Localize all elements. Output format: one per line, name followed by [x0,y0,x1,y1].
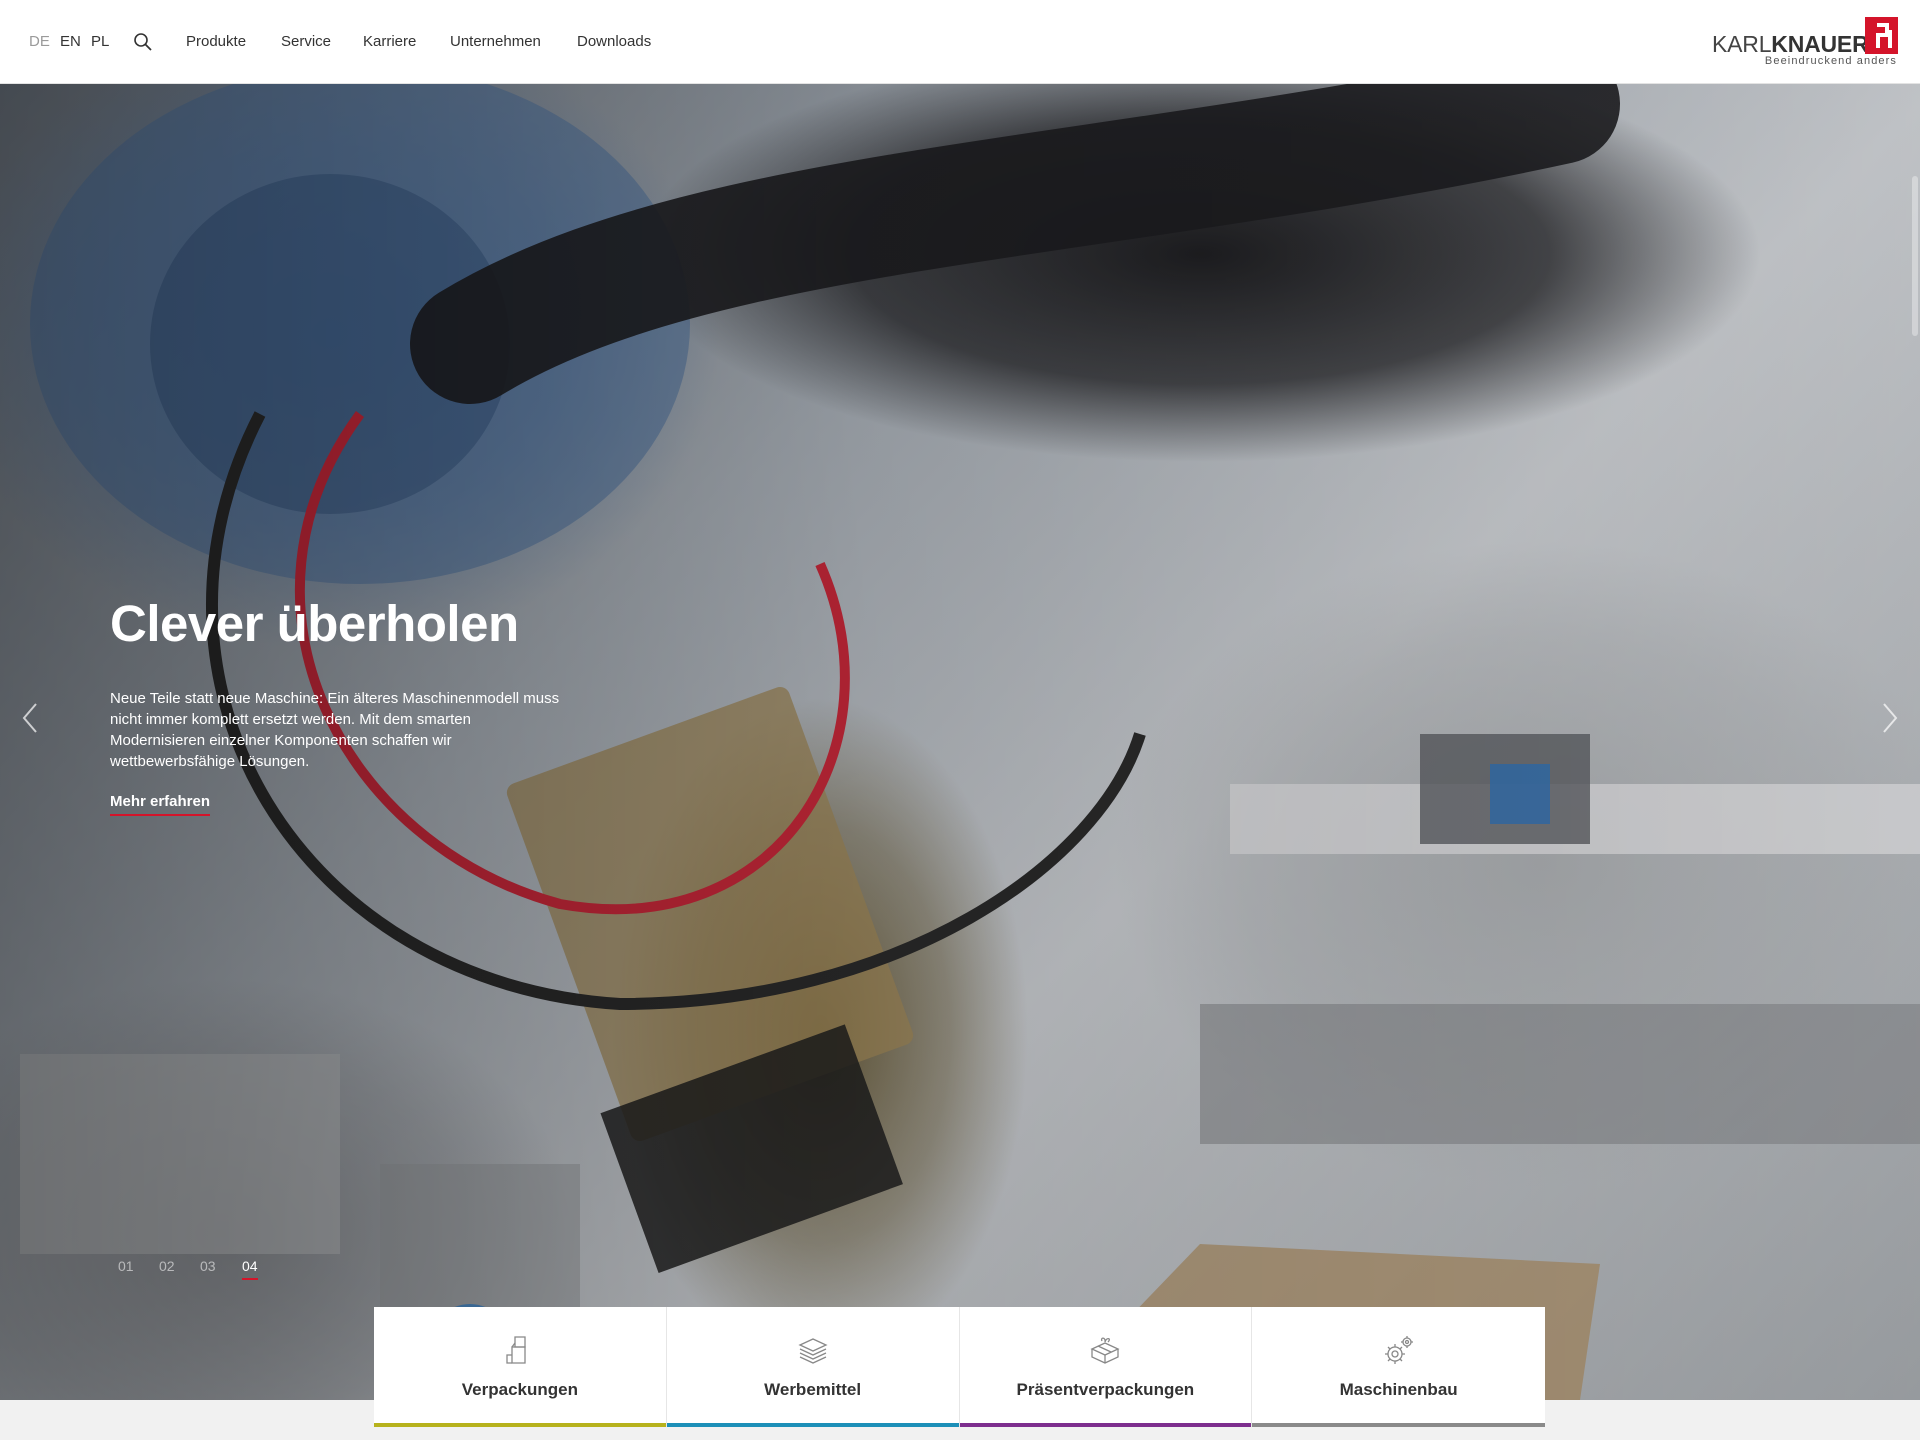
logo-tagline: Beeindruckend anders [1764,55,1897,67]
slide-indicator-04[interactable]: 04 [242,1258,258,1280]
category-card-maschinenbau[interactable]: Maschinenbau [1252,1307,1545,1427]
hero-description: Neue Teile statt neue Maschine: Ein älte… [110,690,560,770]
category-label: Werbemittel [764,1380,862,1399]
slide-indicator-01[interactable]: 01 [118,1258,134,1274]
nav-unternehmen[interactable]: Unternehmen [450,33,541,50]
logo-wordmark: KARLKNAUER [1712,31,1869,58]
category-card-verpackungen[interactable]: Verpackungen [374,1307,667,1427]
category-color-bar [374,1423,666,1427]
hero-title: Clever überholen [110,595,519,652]
lang-de[interactable]: DE [29,33,50,50]
category-cards: Verpackungen Werbemittel Präsentverpacku… [374,1307,1545,1427]
category-card-praesentverpackungen[interactable]: Präsentverpackungen [959,1307,1253,1427]
nav-karriere[interactable]: Karriere [363,33,416,50]
nav-produkte[interactable]: Produkte [186,33,246,50]
gears-icon [1382,1333,1416,1367]
hero-more-link[interactable]: Mehr erfahren [110,793,211,816]
slide-indicator-02[interactable]: 02 [159,1258,175,1274]
category-label: Verpackungen [461,1380,578,1399]
logo-part1: KARL [1712,31,1772,57]
logo-part2: KNAUER [1771,31,1869,57]
category-color-bar [666,1423,959,1427]
page-scrollbar[interactable] [1912,176,1918,336]
lang-en[interactable]: EN [60,33,81,50]
chevron-left-icon[interactable] [18,698,42,738]
hero-slider: Clever überholen Neue Teile statt neue M… [0,84,1920,1400]
site-header: DE EN PL Produkte Service Karriere Unter… [0,0,1920,84]
category-card-werbemittel[interactable]: Werbemittel [666,1307,960,1427]
layers-stack-icon [796,1333,830,1367]
company-logo[interactable]: KARLKNAUER Beeindruckend anders [1712,17,1898,69]
category-color-bar [959,1423,1252,1427]
category-color-bar [1252,1423,1545,1427]
chevron-right-icon[interactable] [1878,698,1902,738]
nav-service[interactable]: Service [281,33,331,50]
folding-box-icon [503,1333,537,1367]
category-label: Maschinenbau [1339,1380,1458,1399]
nav-downloads[interactable]: Downloads [577,33,651,50]
slide-indicator-03[interactable]: 03 [200,1258,216,1274]
logo-chair-icon [1865,17,1898,54]
lang-pl[interactable]: PL [91,33,109,50]
category-label: Präsentverpackungen [1016,1380,1195,1399]
gift-box-icon [1088,1333,1122,1367]
search-icon[interactable] [133,32,153,52]
